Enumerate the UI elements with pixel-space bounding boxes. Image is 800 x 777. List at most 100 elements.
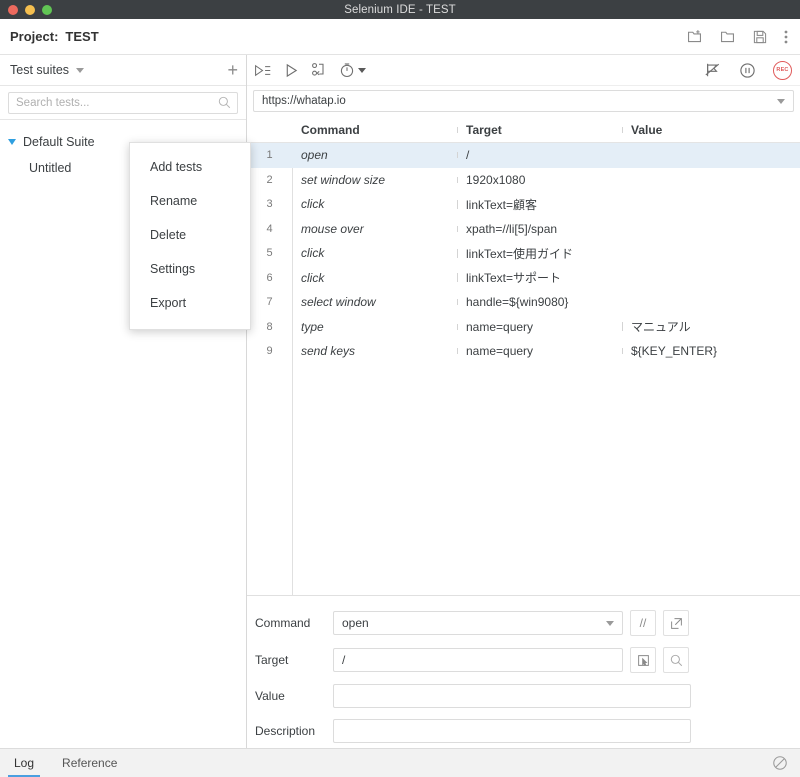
cell-row-number: 7 xyxy=(266,296,273,309)
find-target-button[interactable] xyxy=(663,647,689,673)
step-over-icon[interactable] xyxy=(311,62,327,78)
table-row[interactable]: 1 open / xyxy=(247,143,800,168)
execution-speed-icon[interactable] xyxy=(339,62,366,78)
clear-log-icon[interactable] xyxy=(772,755,788,771)
add-suite-button[interactable]: + xyxy=(227,61,238,79)
toggle-breakpoints-icon[interactable] xyxy=(703,62,722,78)
search-container xyxy=(0,86,246,120)
table-row[interactable]: 7 select window handle=${win9080} xyxy=(247,290,800,315)
value-input[interactable] xyxy=(333,684,691,708)
form-row-command: Command open // xyxy=(255,610,788,636)
target-input-value: / xyxy=(342,653,346,667)
search-icon xyxy=(218,96,231,114)
title-bar: Selenium IDE - TEST xyxy=(0,0,800,19)
cell-row-number: 2 xyxy=(266,173,273,186)
suite-context-menu: Add tests Rename Delete Settings Export xyxy=(129,142,251,330)
cell-target: / xyxy=(457,148,622,162)
cell-value: ${KEY_ENTER} xyxy=(622,344,800,358)
cell-target: handle=${win9080} xyxy=(457,295,622,309)
chevron-down-icon[interactable] xyxy=(76,67,85,73)
cell-target: xpath=//li[5]/span xyxy=(457,222,622,236)
value-field-label: Value xyxy=(255,689,285,703)
cell-row-number: 8 xyxy=(266,320,273,333)
command-editor-form: Command open // Target / Value Descripti… xyxy=(247,596,800,743)
table-row[interactable]: 6 click linkText=サポート xyxy=(247,266,800,291)
project-name[interactable]: TEST xyxy=(65,29,98,44)
more-menu-icon[interactable] xyxy=(784,29,788,45)
save-project-icon[interactable] xyxy=(752,29,768,45)
context-menu-item-rename[interactable]: Rename xyxy=(130,184,250,218)
description-input[interactable] xyxy=(333,719,691,743)
cell-target: linkText=サポート xyxy=(457,269,622,286)
test-suites-header: Test suites + xyxy=(0,55,246,86)
cell-row-number: 1 xyxy=(266,149,273,162)
cell-row-number: 9 xyxy=(266,345,273,358)
record-icon[interactable]: REC xyxy=(773,60,792,80)
cell-row-number: 5 xyxy=(266,247,273,260)
context-menu-item-settings[interactable]: Settings xyxy=(130,252,250,286)
cell-target: linkText=顧客 xyxy=(457,196,622,213)
expand-triangle-icon[interactable] xyxy=(8,139,16,145)
table-row[interactable]: 2 set window size 1920x1080 xyxy=(247,168,800,193)
form-row-value: Value xyxy=(255,684,788,708)
form-row-description: Description xyxy=(255,719,788,743)
command-chevron-down-icon[interactable] xyxy=(606,620,614,626)
table-row[interactable]: 3 click linkText=顧客 xyxy=(247,192,800,217)
target-input[interactable]: / xyxy=(333,648,623,672)
playback-controls xyxy=(253,62,366,78)
project-bar: Project: TEST xyxy=(0,19,800,55)
form-row-target: Target / xyxy=(255,647,788,673)
command-field-label: Command xyxy=(255,616,311,630)
table-row[interactable]: 8 type name=query マニュアル xyxy=(247,315,800,340)
cell-command: mouse over xyxy=(301,221,364,236)
commands-table-body-area: 1 open / 2 set window size 1920x1080 3 click lin… xyxy=(247,143,800,596)
header-command[interactable]: Command xyxy=(292,123,457,137)
base-url-input[interactable]: https://whatap.io xyxy=(253,90,794,112)
suite-name-label: Default Suite xyxy=(23,135,95,149)
commands-table-header: Command Target Value xyxy=(247,117,800,143)
cell-row-number: 6 xyxy=(266,271,273,284)
description-field-label: Description xyxy=(255,724,316,738)
header-value[interactable]: Value xyxy=(622,123,800,137)
table-row[interactable]: 4 mouse over xpath=//li[5]/span xyxy=(247,217,800,242)
tab-log[interactable]: Log xyxy=(0,749,48,777)
base-url-value: https://whatap.io xyxy=(262,95,346,107)
status-bar-actions xyxy=(772,755,800,771)
tab-reference[interactable]: Reference xyxy=(48,749,131,777)
table-row[interactable]: 9 send keys name=query ${KEY_ENTER} xyxy=(247,339,800,364)
context-menu-item-add-tests[interactable]: Add tests xyxy=(130,150,250,184)
new-project-icon[interactable] xyxy=(686,28,703,45)
playback-toolbar: REC xyxy=(247,55,800,86)
command-select[interactable]: open xyxy=(333,611,623,635)
context-menu-item-delete[interactable]: Delete xyxy=(130,218,250,252)
context-menu-item-export[interactable]: Export xyxy=(130,286,250,320)
url-bar-container: https://whatap.io xyxy=(247,86,800,117)
command-select-value: open xyxy=(342,616,369,630)
table-bottom-divider xyxy=(247,595,800,596)
header-target[interactable]: Target xyxy=(457,123,622,137)
cell-target: name=query xyxy=(457,320,622,334)
cell-command: click xyxy=(301,270,325,285)
selenium-ide-window: Selenium IDE - TEST Project: TEST Test s… xyxy=(0,0,800,777)
project-label: Project: xyxy=(10,29,59,44)
speed-chevron-down-icon[interactable] xyxy=(358,67,366,73)
cell-command: type xyxy=(301,319,324,334)
cell-value: マニュアル xyxy=(622,318,800,335)
table-row[interactable]: 5 click linkText=使用ガイド xyxy=(247,241,800,266)
search-input[interactable] xyxy=(8,92,238,114)
main-panel: REC https://whatap.io Command Target Val… xyxy=(247,55,800,748)
test-suites-title[interactable]: Test suites xyxy=(10,63,69,77)
select-target-button[interactable] xyxy=(630,647,656,673)
url-chevron-down-icon[interactable] xyxy=(777,98,785,104)
run-all-tests-icon[interactable] xyxy=(253,63,272,78)
comment-button[interactable]: // xyxy=(630,610,656,636)
pause-icon[interactable] xyxy=(739,62,756,79)
cell-command: select window xyxy=(301,295,376,310)
cell-target: name=query xyxy=(457,344,622,358)
run-current-test-icon[interactable] xyxy=(284,63,299,78)
open-external-button[interactable] xyxy=(663,610,689,636)
open-project-icon[interactable] xyxy=(719,28,736,45)
cell-target: linkText=使用ガイド xyxy=(457,245,622,262)
status-bar: Log Reference xyxy=(0,748,800,777)
test-name-label: Untitled xyxy=(29,160,72,175)
